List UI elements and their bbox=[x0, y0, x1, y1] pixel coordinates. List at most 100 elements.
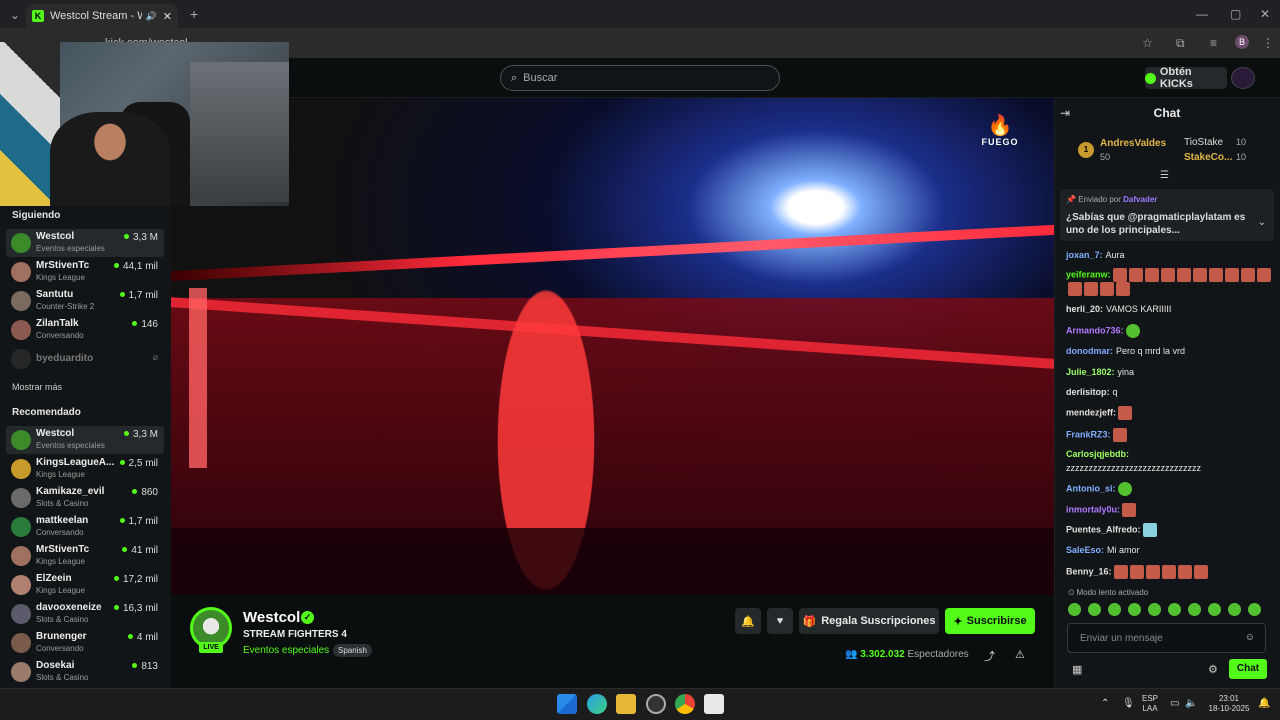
emote-icon[interactable] bbox=[1148, 603, 1161, 616]
volume-icon[interactable]: 🔈 bbox=[1185, 699, 1197, 709]
notes-app-icon[interactable] bbox=[704, 694, 724, 714]
channel-category: Conversando bbox=[36, 331, 84, 340]
bookmark-star-icon[interactable]: ☆ bbox=[1142, 36, 1153, 50]
sidebar-item-zilantalk[interactable]: ZilanTalk Conversando 146 bbox=[6, 316, 164, 344]
chat-message: yeiferanw: bbox=[1066, 268, 1271, 296]
chat-username[interactable]: Armando736: bbox=[1066, 325, 1124, 335]
subscribe-button[interactable]: ✦ Suscribirse bbox=[945, 608, 1035, 634]
sidebar-item-elzeein[interactable]: ElZeein Kings League 17,2 mil bbox=[6, 571, 164, 599]
sidebar-item-santutu[interactable]: Santutu Counter-Strike 2 1,7 mil bbox=[6, 287, 164, 315]
emoji-picker-icon[interactable]: ☺ bbox=[1245, 632, 1255, 643]
search-input[interactable]: ⌕ Buscar bbox=[500, 65, 780, 91]
sidebar-item-mattkeelan[interactable]: mattkeelan Conversando 1,7 mil bbox=[6, 513, 164, 541]
gift-subs-button[interactable]: 🎁 Regala Suscripciones bbox=[799, 608, 939, 634]
microphone-icon[interactable]: 🎙 bbox=[1122, 699, 1135, 709]
chat-username[interactable]: mendezjeff: bbox=[1066, 407, 1116, 417]
chat-emote-icon bbox=[1112, 268, 1127, 282]
emote-icon[interactable] bbox=[1088, 603, 1101, 616]
chrome-icon[interactable] bbox=[675, 694, 695, 714]
sidebar-item-davooxeneize[interactable]: davooxeneize Slots & Casino 16,3 mil bbox=[6, 600, 164, 628]
sidebar-item-kingsleague[interactable]: KingsLeagueA... Kings League 2,5 mil bbox=[6, 455, 164, 483]
show-more-link[interactable]: Mostrar más bbox=[12, 382, 62, 392]
browser-tab[interactable]: K Westcol Stream - Watch Li 🔊 ✕ bbox=[26, 4, 178, 28]
avatar bbox=[11, 633, 31, 653]
sidebar-item-westcol[interactable]: Westcol Eventos especiales 3,3 M bbox=[6, 229, 164, 257]
chat-username[interactable]: SaleEso: bbox=[1066, 545, 1104, 555]
quick-emote-bar[interactable] bbox=[1068, 603, 1268, 617]
leaderboard-name[interactable]: StakeCo... bbox=[1184, 152, 1232, 163]
edge-icon[interactable] bbox=[587, 694, 607, 714]
system-clock[interactable]: 23:01 18-10-2025 bbox=[1208, 694, 1250, 714]
tab-close-icon[interactable]: ✕ bbox=[163, 10, 172, 23]
emote-icon[interactable] bbox=[1168, 603, 1181, 616]
network-icon[interactable]: ▭ bbox=[1170, 699, 1179, 709]
chat-username[interactable]: FrankRZ3: bbox=[1066, 429, 1111, 439]
sidebar-item-mrstiventc[interactable]: MrStivenTc Kings League 44,1 mil bbox=[6, 258, 164, 286]
emote-icon[interactable] bbox=[1068, 603, 1081, 616]
get-kicks-button[interactable]: Obtén KICKs bbox=[1145, 66, 1227, 90]
channel-name: Santutu bbox=[36, 289, 74, 300]
chat-emote-icon bbox=[1192, 268, 1207, 282]
windows-start-icon[interactable] bbox=[557, 694, 577, 714]
emote-icon[interactable] bbox=[1128, 603, 1141, 616]
file-explorer-icon[interactable] bbox=[616, 694, 636, 714]
emote-icon[interactable] bbox=[1248, 603, 1261, 616]
pinned-message[interactable]: 📌 Enviado por Dafvader ¿Sabías que @prag… bbox=[1060, 189, 1274, 241]
window-minimize-icon[interactable]: — bbox=[1196, 7, 1208, 21]
window-maximize-icon[interactable]: ▢ bbox=[1230, 7, 1241, 21]
chat-settings-gear-icon[interactable]: ⚙ bbox=[1208, 663, 1218, 676]
tab-search-icon[interactable]: ⌄ bbox=[10, 8, 20, 22]
sidebar-item-kamikaze[interactable]: Kamikaze_evil Slots & Casino 860 bbox=[6, 484, 164, 512]
sidebar-item-byeduardito[interactable]: byeduardito ⌀ bbox=[6, 345, 164, 373]
video-player[interactable] bbox=[171, 98, 1054, 595]
chat-username[interactable]: Benny_16: bbox=[1066, 566, 1112, 576]
chat-username[interactable]: donodmar: bbox=[1066, 346, 1113, 356]
expand-leaderboard-icon[interactable]: ☰ bbox=[1160, 170, 1169, 181]
sidebar-item-dosekai[interactable]: Dosekai Slots & Casino 813 bbox=[6, 658, 164, 686]
language-indicator[interactable]: ESP LAA bbox=[1142, 694, 1158, 714]
chat-username[interactable]: joxan_7: bbox=[1066, 250, 1103, 260]
follow-heart-button[interactable]: ♥ bbox=[767, 608, 793, 634]
tab-audio-icon[interactable]: 🔊 bbox=[146, 11, 157, 22]
chat-username[interactable]: herli_20: bbox=[1066, 304, 1103, 314]
live-badge: LIVE bbox=[199, 642, 223, 653]
chat-username[interactable]: Julie_1802: bbox=[1066, 367, 1115, 377]
chat-username[interactable]: Carlosjqjebdb: bbox=[1066, 449, 1129, 459]
profile-avatar[interactable]: B bbox=[1235, 35, 1249, 49]
chat-username[interactable]: derlisitop: bbox=[1066, 387, 1110, 397]
viewer-count: 813 bbox=[132, 661, 158, 672]
leaderboard-name[interactable]: TioStake bbox=[1184, 137, 1223, 148]
report-icon[interactable]: ⚠ bbox=[1015, 648, 1025, 661]
chat-username[interactable]: inmortaly0u: bbox=[1066, 504, 1120, 514]
chat-store-icon[interactable]: ▦ bbox=[1072, 663, 1082, 676]
browser-menu-icon[interactable]: ⋮ bbox=[1262, 36, 1274, 50]
share-icon[interactable]: ⤴ bbox=[984, 648, 995, 664]
sidebar-item-mrstiventc-recommended[interactable]: MrStivenTc Kings League 41 mil bbox=[6, 542, 164, 570]
chat-username[interactable]: yeiferanw: bbox=[1066, 269, 1111, 279]
new-tab-icon[interactable]: + bbox=[190, 6, 198, 22]
window-close-icon[interactable]: ✕ bbox=[1260, 7, 1270, 21]
notification-bell-button[interactable]: 🔔 bbox=[735, 608, 761, 634]
stream-category-link[interactable]: Eventos especiales bbox=[243, 645, 329, 656]
emote-icon[interactable] bbox=[1188, 603, 1201, 616]
sidebar-item-brunenger[interactable]: Brunenger Conversando 4 mil bbox=[6, 629, 164, 657]
chat-send-button[interactable]: Chat bbox=[1229, 659, 1267, 679]
sidebar-item-westcol-recommended[interactable]: Westcol Eventos especiales 3,3 M bbox=[6, 426, 164, 454]
streamer-name[interactable]: Westcol bbox=[243, 609, 300, 626]
viewer-count: 2,5 mil bbox=[120, 458, 158, 469]
language-tag[interactable]: Spanish bbox=[333, 644, 372, 657]
chat-username[interactable]: Antonio_si: bbox=[1066, 483, 1116, 493]
extensions-icon[interactable]: ⧉ bbox=[1176, 36, 1185, 51]
emote-icon[interactable] bbox=[1108, 603, 1121, 616]
reading-list-icon[interactable]: ≡ bbox=[1210, 36, 1217, 50]
chat-message-input[interactable]: Enviar un mensaje ☺ bbox=[1067, 623, 1266, 653]
chat-username[interactable]: Puentes_Alfredo: bbox=[1066, 524, 1141, 534]
obs-icon[interactable] bbox=[646, 694, 666, 714]
emote-icon[interactable] bbox=[1208, 603, 1221, 616]
leaderboard-name[interactable]: AndresValdes bbox=[1100, 138, 1166, 149]
emote-icon[interactable] bbox=[1228, 603, 1241, 616]
notifications-bell-icon[interactable]: 🔔 bbox=[1258, 699, 1270, 709]
tray-chevron-up-icon[interactable]: ⌃ bbox=[1101, 699, 1109, 709]
chevron-down-icon[interactable]: ⌄ bbox=[1258, 217, 1266, 228]
user-avatar[interactable] bbox=[1231, 67, 1255, 89]
